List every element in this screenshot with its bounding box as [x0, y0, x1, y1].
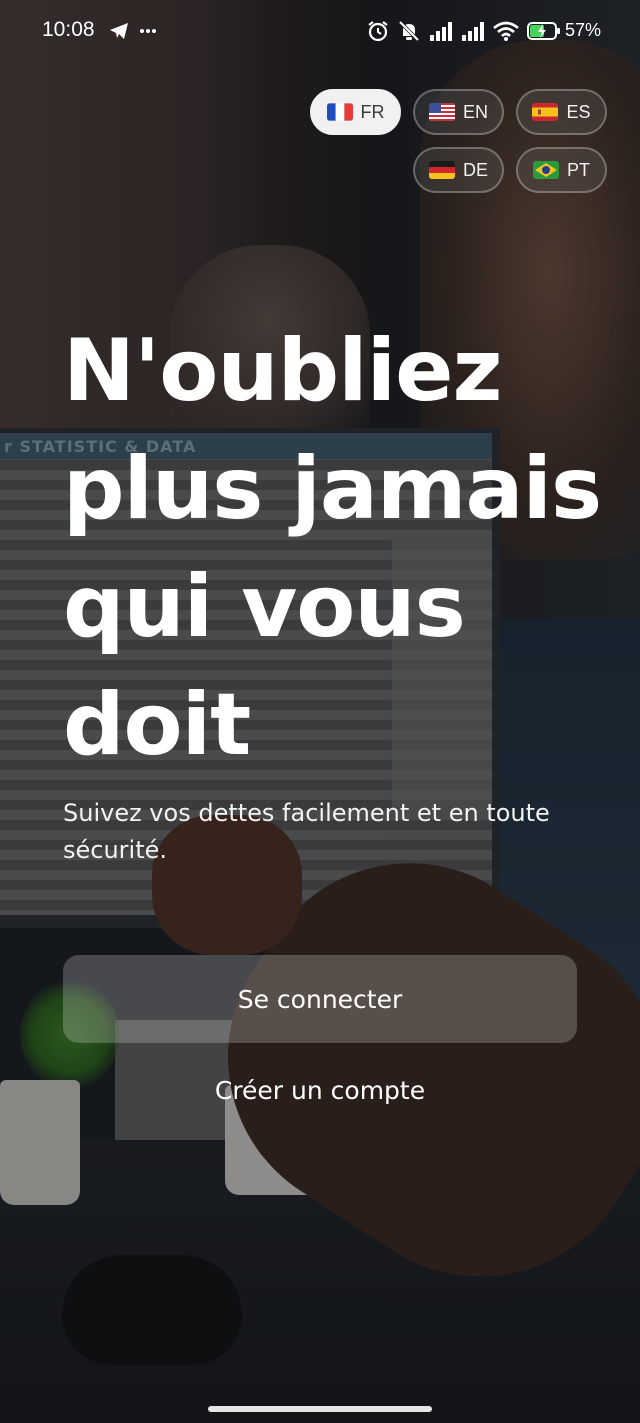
- headline-line: N'oubliez: [63, 321, 503, 421]
- language-chip-de[interactable]: DE: [413, 147, 504, 193]
- home-indicator[interactable]: [208, 1406, 432, 1412]
- language-code: DE: [462, 159, 488, 180]
- wifi-icon: [492, 18, 520, 44]
- battery-charging-icon: [526, 18, 562, 44]
- language-code: FR: [360, 101, 385, 122]
- signal-icon: [428, 18, 454, 44]
- headline-line: doit: [63, 675, 251, 775]
- more-icon: [138, 18, 158, 44]
- france-flag-icon: [326, 103, 353, 121]
- headline-line: qui vous: [63, 557, 466, 657]
- mute-icon: [396, 18, 422, 44]
- language-code: EN: [462, 101, 488, 122]
- telegram-icon: [106, 18, 132, 44]
- headline-line: plus jamais: [63, 439, 602, 539]
- status-bar: 10:08 57%: [0, 0, 640, 64]
- spain-flag-icon: [532, 103, 559, 121]
- language-chip-pt[interactable]: PT: [516, 147, 607, 193]
- language-chip-es[interactable]: ES: [516, 89, 607, 135]
- brazil-flag-icon: [532, 161, 559, 179]
- language-chip-fr[interactable]: FR: [310, 89, 401, 135]
- create-account-button[interactable]: Créer un compte: [63, 1060, 577, 1120]
- language-code: PT: [566, 159, 590, 180]
- hero-subtitle: Suivez vos dettes facilement et en toute…: [63, 799, 550, 864]
- battery-percent: 57%: [565, 20, 602, 40]
- language-chip-en[interactable]: EN: [413, 89, 504, 135]
- hero-headline: N'oubliez plus jamais qui vous doit: [63, 312, 623, 784]
- welcome-screen: r STATISTIC & DATA 10:08 57% FR EN ES DE…: [0, 0, 640, 1423]
- language-code: ES: [566, 101, 591, 122]
- signal-icon: [460, 18, 486, 44]
- usa-flag-icon: [428, 103, 455, 121]
- login-button[interactable]: Se connecter: [63, 955, 577, 1043]
- status-time: 10:08: [42, 18, 95, 41]
- alarm-icon: [366, 18, 390, 44]
- germany-flag-icon: [428, 161, 455, 179]
